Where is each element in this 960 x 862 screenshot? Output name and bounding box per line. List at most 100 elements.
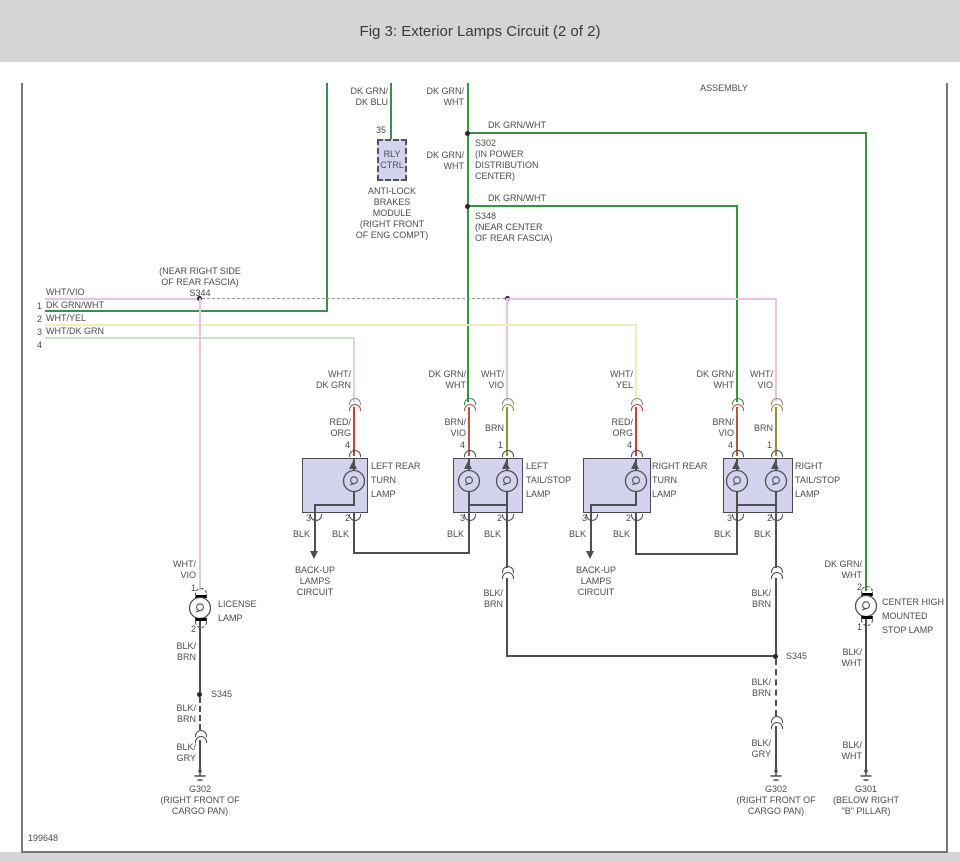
diagram-border-right — [946, 83, 948, 853]
bulb-icon — [341, 468, 367, 499]
ground-g302-loc-right: (RIGHT FRONT OF CARGO PAN) — [736, 795, 816, 816]
connector-icon — [732, 404, 744, 411]
splice-s344-location: (NEAR RIGHT SIDE OF REAR FASCIA) — [159, 266, 241, 287]
wire-dk-grn-wht-s348-horizontal — [467, 205, 738, 207]
wire-blk-horizontal-right — [635, 553, 738, 555]
wire-blk-left-tail-ground — [506, 512, 508, 568]
wire-blk-brn-license — [199, 621, 201, 695]
sheet-code: 199648 — [28, 833, 59, 843]
lamp-label-chmsl: CENTER HIGH MOUNTED STOP LAMP — [882, 597, 945, 635]
splice-s302-location: (IN POWER DISTRIBUTION CENTER) — [475, 149, 539, 181]
wire-label-red-org-2: RED/ ORG — [611, 417, 633, 438]
wire-label-blk: BLK — [292, 529, 310, 539]
wire-label-red-org-1: RED/ ORG — [329, 417, 351, 438]
ground-g302-id-left: G302 — [188, 784, 212, 794]
connector-icon — [771, 450, 783, 457]
wire-label-blk: BLK — [612, 529, 630, 539]
connector-icon — [732, 450, 744, 457]
wire-dk-grn-wht-s302-horizontal — [467, 132, 867, 134]
splice-s345-id-right: S345 — [786, 651, 808, 661]
wire-blk-brn-horizontal — [506, 655, 777, 657]
wire-label-blk: BLK — [483, 529, 501, 539]
wire-wht-vio-horizontal-right — [506, 298, 777, 300]
wire-dk-grn-wht-right-tail-vertical — [736, 205, 738, 402]
wire-label-dk-grn-wht-lt: DK GRN/ WHT — [428, 369, 466, 390]
pin-4-left-tail: 4 — [459, 440, 465, 450]
connector-icon — [631, 404, 643, 411]
assembly-label: ASSEMBLY — [700, 83, 748, 93]
bus-pin-4: 4 — [36, 340, 42, 350]
lamp-internal-wire — [314, 504, 316, 512]
wire-label-brn-vio-2: BRN/ VIO — [712, 417, 734, 438]
lamp-internal-bar — [590, 504, 637, 506]
wire-label-dk-grn-wht-rt: DK GRN/ WHT — [696, 369, 734, 390]
wire-wht-yel-vertical — [635, 324, 637, 402]
connector-icon — [464, 404, 476, 411]
connector-icon — [771, 404, 783, 411]
wire-label-dk-grn-wht-s348: DK GRN/WHT — [488, 193, 546, 203]
module-pin-35: 35 — [375, 125, 386, 135]
ground-g302-loc-left: (RIGHT FRONT OF CARGO PAN) — [160, 795, 240, 816]
wire-blk-brn-dashed — [775, 659, 777, 716]
wire-label-blk-brn-license-2: BLK/ BRN — [176, 703, 196, 724]
connector-icon — [771, 722, 783, 729]
connector-icon — [502, 450, 514, 457]
wire-label-blk: BLK — [331, 529, 349, 539]
wire-label-brn-1: BRN — [484, 423, 504, 433]
pin-2-right-turn: 2 — [625, 513, 631, 523]
note-backup-circuit-left: BACK-UP LAMPS CIRCUIT — [294, 565, 335, 597]
wire-blk-brn-vertical — [506, 578, 508, 657]
wire-brn-right-tail — [775, 407, 777, 456]
wire-label-wht-yel-bus: WHT/YEL — [46, 313, 87, 323]
wire-blk-backup-left — [314, 512, 316, 552]
wire-wht-dk-grn-vertical — [353, 337, 355, 402]
wire-brn-vio-left-tail — [468, 407, 470, 456]
wire-label-dk-grn-wht-s302: DK GRN/WHT — [488, 120, 546, 130]
wire-label-brn-vio-1: BRN/ VIO — [444, 417, 466, 438]
wire-label-blk: BLK — [446, 529, 464, 539]
wire-blk-horizontal-left — [353, 552, 470, 554]
figure-title: Fig 3: Exterior Lamps Circuit (2 of 2) — [359, 22, 601, 40]
lamp-internal-bar — [736, 504, 777, 506]
wire-wht-yel-bus — [45, 324, 637, 326]
wire-label-blk-brn: BLK/ BRN — [483, 588, 503, 609]
wire-dk-grn-wht-chmsl-vertical — [865, 132, 867, 591]
pin-2-license: 2 — [190, 624, 196, 634]
wire-brn-vio-right-tail — [736, 407, 738, 456]
wire-label-blk-wht-1: BLK/ WHT — [841, 647, 863, 668]
ground-g301-loc: (BELOW RIGHT "B" PILLAR) — [832, 795, 899, 816]
wire-label-dk-grn-wht-chmsl: DK GRN/ WHT — [824, 559, 862, 580]
wire-label-blk-gry-license: BLK/ GRY — [176, 742, 196, 763]
lamp-label-left-rear-turn: LEFT REAR TURN LAMP — [371, 461, 421, 499]
title-bar: Fig 3: Exterior Lamps Circuit (2 of 2) — [0, 0, 960, 62]
bulb-icon — [763, 468, 789, 499]
wire-blk-gry-vertical — [775, 726, 777, 770]
splice-dot-s302 — [465, 131, 470, 136]
wire-dk-grn-wht-bus — [45, 310, 328, 312]
module-caption: ANTI-LOCK BRAKES MODULE (RIGHT FRONT OF … — [355, 186, 429, 240]
wire-label-blk: BLK — [753, 529, 771, 539]
connector-icon — [349, 404, 361, 411]
wire-wht-vio-right-tail-vertical — [775, 298, 777, 401]
wire-label-dk-grn-dk-blu: DK GRN/ DK BLU — [350, 86, 388, 107]
wire-label-blk-wht-2: BLK/ WHT — [841, 740, 863, 761]
wire-label-brn-2: BRN — [753, 423, 773, 433]
connector-icon — [502, 404, 514, 411]
diagram-border-left — [21, 83, 23, 853]
wire-blk — [736, 512, 738, 555]
wire-dk-grn-dk-blu-vertical — [390, 83, 392, 139]
pin-1-left-tail: 1 — [497, 440, 503, 450]
connector-icon — [349, 450, 361, 457]
wire-label-blk-brn-license: BLK/ BRN — [176, 641, 196, 662]
wire-label-blk: BLK — [713, 529, 731, 539]
pin-4-right-tail: 4 — [727, 440, 733, 450]
wire-label-blk-gry: BLK/ GRY — [751, 738, 771, 759]
pin-4-left-turn: 4 — [344, 440, 350, 450]
splice-s348-id: S348 — [475, 211, 497, 221]
wire-blk-backup-right — [590, 512, 592, 552]
wire-label-dk-grn-wht-top: DK GRN/ WHT — [426, 86, 464, 107]
lamp-internal-wire — [590, 504, 592, 512]
pin-1-right-tail: 1 — [766, 440, 772, 450]
wire-blk-brn-dashed-license — [199, 697, 201, 730]
diagram-border-bottom — [21, 851, 948, 853]
